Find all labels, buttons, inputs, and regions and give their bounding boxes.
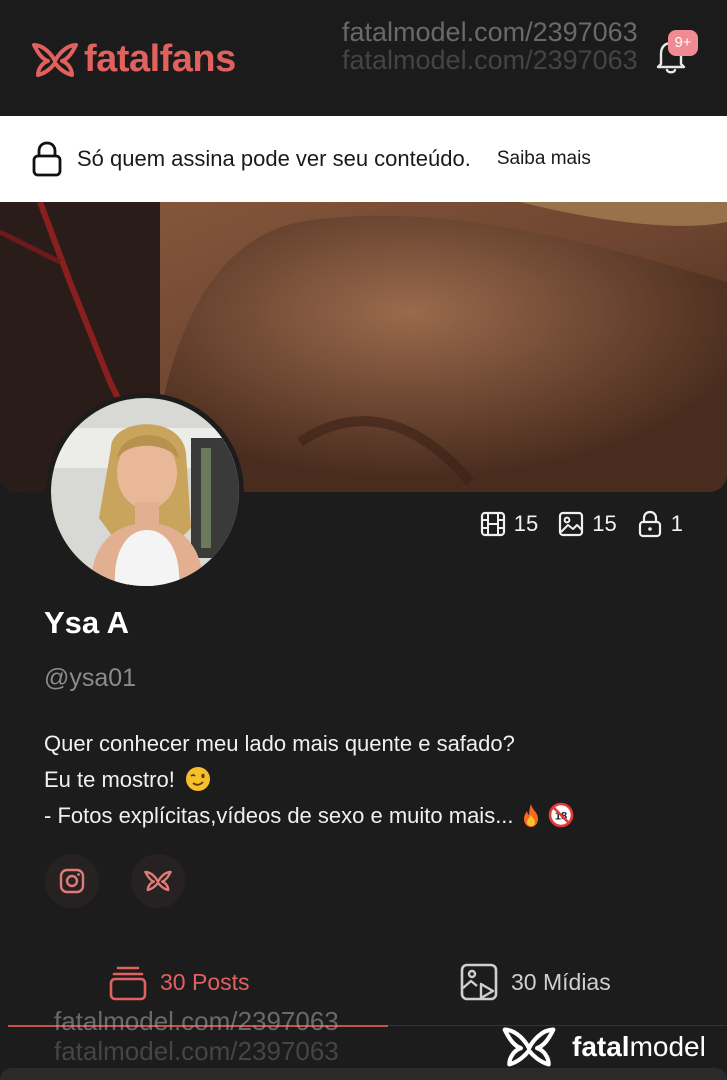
bio-line-3: - Fotos explícitas,vídeos de sexo e muit… [44, 798, 574, 834]
profile-handle: @ysa01 [44, 664, 137, 692]
logo-text-fans: fans [159, 38, 237, 80]
fatal-logo-icon [144, 870, 172, 892]
stack-icon [109, 966, 147, 1001]
lock-icon [32, 141, 62, 177]
brand-text-bold: fatal [572, 1031, 630, 1062]
notice-message: Só quem assina pode ver seu conteúdo. [77, 146, 471, 171]
bottom-sheet-edge [0, 1068, 727, 1080]
content-stats: 15 15 1 [460, 510, 683, 538]
profile-avatar[interactable] [46, 393, 244, 591]
watermark: fatalmodel.com/2397063 [342, 45, 638, 75]
subscription-notice: Só quem assina pode ver seu conteúdo. Sa… [0, 116, 727, 202]
instagram-button[interactable] [45, 854, 99, 908]
wink-emoji-icon [185, 767, 210, 791]
top-bar: fatal fans fatalmodel.com/2397063 fatalmo… [0, 0, 727, 116]
no-under-18-emoji-icon: 18 [548, 802, 573, 828]
film-icon [480, 511, 505, 537]
photos-stat: 15 [558, 511, 617, 537]
bio-line: Eu te mostro! [44, 767, 175, 792]
tab-media[interactable]: 30 Mídias [459, 962, 611, 1002]
tab-posts-label: 30 Posts [160, 968, 250, 995]
fatalmodel-brand: fatal model [500, 1025, 706, 1069]
fatal-profile-button[interactable] [131, 854, 185, 908]
logo-text-fatal: fatal [84, 38, 160, 80]
videos-count: 15 [513, 511, 539, 536]
instagram-icon [59, 868, 85, 894]
watermark: fatalmodel.com/2397063 [54, 1036, 339, 1066]
learn-more-link[interactable]: Saiba mais [497, 148, 591, 170]
fatalfans-logo[interactable]: fatal fans [30, 38, 236, 81]
butterfly-logo-icon [32, 42, 78, 77]
watermark: fatalmodel.com/2397063 [54, 1006, 339, 1036]
bio-line-2: Eu te mostro! [44, 762, 574, 798]
brand-text: model [629, 1031, 706, 1062]
bio-line: - Fotos explícitas,vídeos de sexo e muit… [44, 803, 514, 828]
tab-media-label: 30 Mídias [511, 968, 611, 995]
fatalmodel-logo-icon [502, 1027, 556, 1067]
lock-icon [638, 510, 661, 538]
profile-name: Ysa A [44, 605, 130, 640]
locked-stat: 1 [637, 510, 683, 538]
notification-badge: 9+ [668, 30, 698, 56]
profile-bio: Quer conhecer meu lado mais quente e saf… [44, 726, 574, 834]
watermark: fatalmodel.com/2397063 [342, 17, 638, 47]
bio-line: Quer conhecer meu lado mais quente e saf… [44, 731, 515, 756]
image-icon [559, 511, 584, 537]
videos-stat: 15 [480, 511, 538, 537]
tab-posts[interactable]: 30 Posts [108, 962, 250, 1002]
fire-emoji-icon [523, 804, 538, 827]
media-icon [460, 963, 498, 1001]
photos-count: 15 [592, 511, 617, 536]
locked-count: 1 [670, 511, 683, 536]
